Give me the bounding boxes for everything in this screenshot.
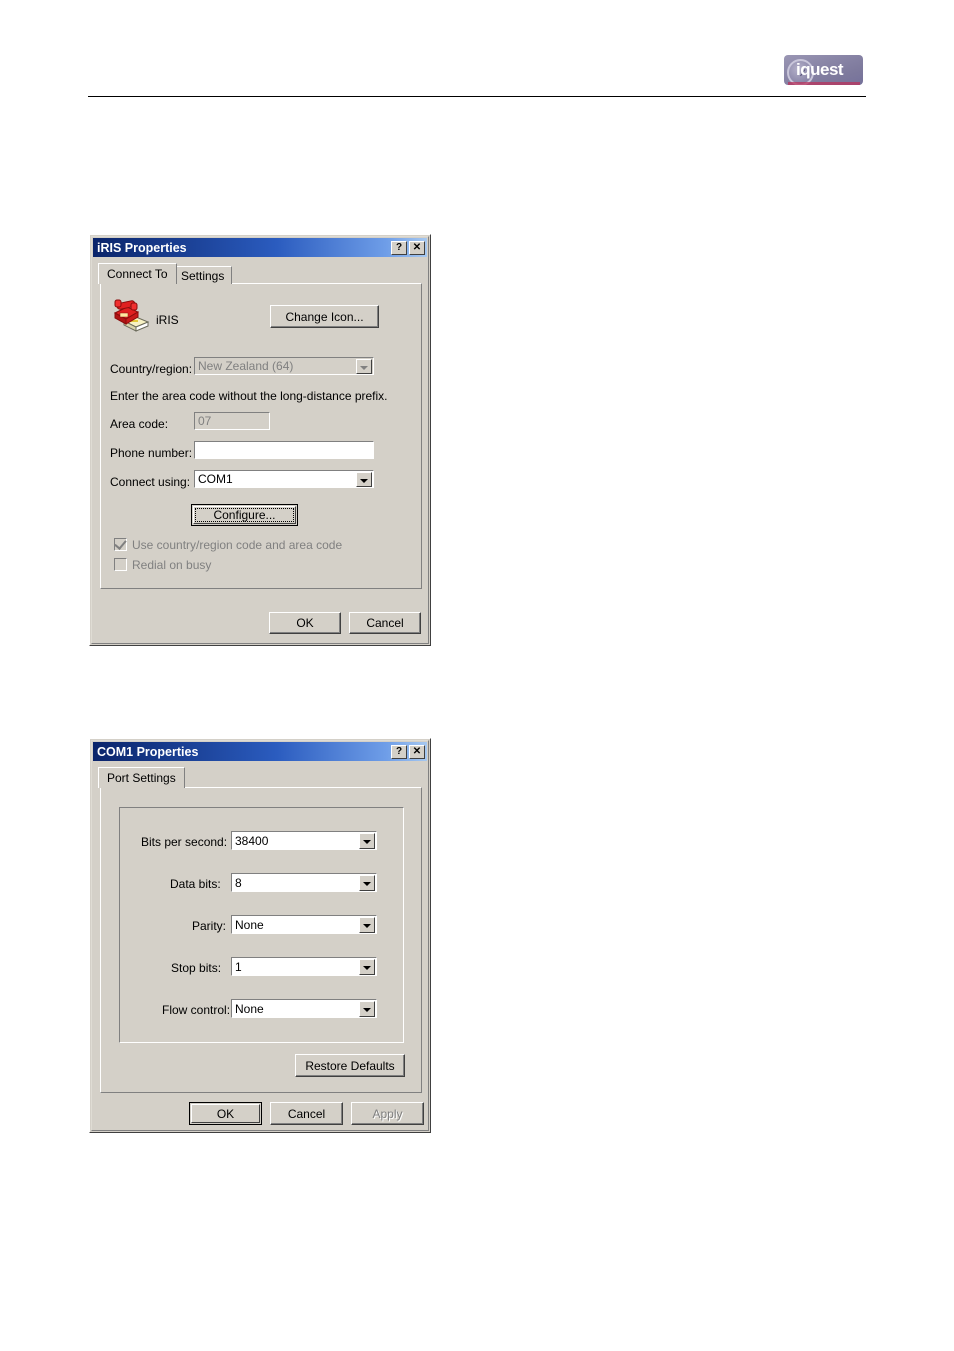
stop-bits-combo[interactable]: 1	[231, 957, 377, 976]
help-button[interactable]: ?	[391, 744, 407, 759]
check-icon	[114, 537, 127, 550]
flow-control-value: None	[235, 1002, 264, 1016]
page-header: iquest	[0, 0, 954, 100]
tab-settings[interactable]: Settings	[173, 266, 233, 284]
phone-modem-icon	[110, 297, 150, 338]
chevron-down-icon[interactable]	[359, 917, 375, 933]
titlebar-title: iRIS Properties	[97, 240, 187, 255]
ok-button-label: OK	[296, 616, 314, 630]
header-divider	[88, 96, 866, 97]
country-region-value: New Zealand (64)	[198, 359, 294, 373]
data-bits-label: Data bits:	[170, 877, 221, 891]
connection-name-label: iRIS	[156, 313, 179, 327]
chevron-down-icon[interactable]	[359, 1001, 375, 1017]
connect-using-combo[interactable]: COM1	[194, 470, 374, 488]
chevron-down-icon[interactable]	[359, 959, 375, 975]
cancel-button[interactable]: Cancel	[349, 612, 421, 634]
checkbox-redial-on-busy-label: Redial on busy	[132, 558, 212, 572]
iquest-logo: iquest	[784, 55, 863, 85]
apply-button: Apply	[351, 1102, 424, 1125]
logo-underline	[788, 82, 860, 85]
data-bits-combo[interactable]: 8	[231, 873, 377, 892]
tab-connect-to[interactable]: Connect To	[98, 263, 177, 284]
restore-defaults-button[interactable]: Restore Defaults	[295, 1054, 405, 1077]
ok-button[interactable]: OK	[189, 1102, 262, 1125]
phone-number-input[interactable]	[194, 441, 374, 459]
apply-button-label: Apply	[372, 1106, 403, 1121]
titlebar-buttons: ? ✕	[391, 240, 427, 255]
restore-defaults-button-label: Restore Defaults	[305, 1058, 395, 1073]
bits-per-second-combo[interactable]: 38400	[231, 831, 377, 850]
data-bits-value: 8	[235, 876, 242, 890]
phone-number-label: Phone number:	[110, 446, 193, 460]
ok-button[interactable]: OK	[269, 612, 341, 634]
change-icon-button-label: Change Icon...	[285, 309, 364, 324]
flow-control-combo[interactable]: None	[231, 999, 377, 1018]
titlebar[interactable]: COM1 Properties ? ✕	[93, 742, 427, 761]
com1-properties-dialog: COM1 Properties ? ✕ Port Settings Bits p…	[89, 738, 431, 1133]
tab-port-settings[interactable]: Port Settings	[98, 767, 185, 788]
logo-text: iquest	[796, 60, 844, 79]
titlebar-title: COM1 Properties	[97, 744, 199, 759]
close-button[interactable]: ✕	[409, 744, 425, 759]
checkbox-use-country-code-label: Use country/region code and area code	[132, 538, 343, 552]
parity-combo[interactable]: None	[231, 915, 377, 934]
chevron-down-icon[interactable]	[359, 875, 375, 891]
cancel-button-label: Cancel	[287, 1106, 326, 1121]
close-button[interactable]: ✕	[409, 240, 425, 255]
stop-bits-value: 1	[235, 960, 242, 974]
checkbox-use-country-code[interactable]	[114, 537, 127, 551]
bits-per-second-value: 38400	[235, 834, 269, 848]
chevron-down-icon[interactable]	[356, 472, 372, 487]
help-button[interactable]: ?	[391, 240, 407, 255]
bits-per-second-label: Bits per second:	[141, 835, 228, 849]
titlebar-buttons: ? ✕	[391, 744, 427, 759]
cancel-button-label: Cancel	[366, 616, 404, 630]
configure-button-label: Configure...	[213, 508, 276, 522]
configure-button[interactable]: Configure...	[191, 504, 298, 526]
ok-button-label: OK	[216, 1106, 235, 1121]
parity-value: None	[235, 918, 264, 932]
change-icon-button[interactable]: Change Icon...	[270, 305, 379, 328]
iris-properties-dialog: iRIS Properties ? ✕ Connect To Settings	[89, 234, 431, 646]
connect-using-value: COM1	[198, 472, 233, 486]
flow-control-label: Flow control:	[162, 1003, 231, 1017]
stop-bits-label: Stop bits:	[171, 961, 222, 975]
chevron-down-icon[interactable]	[359, 833, 375, 849]
parity-label: Parity:	[192, 919, 227, 933]
connect-using-label: Connect using:	[110, 475, 191, 489]
area-code-input[interactable]: 07	[194, 412, 270, 430]
checkbox-redial-on-busy[interactable]	[114, 558, 127, 571]
country-region-label: Country/region:	[110, 362, 193, 376]
area-code-label: Area code:	[110, 417, 169, 431]
area-code-hint: Enter the area code without the long-dis…	[110, 389, 388, 403]
cancel-button[interactable]: Cancel	[270, 1102, 343, 1125]
titlebar[interactable]: iRIS Properties ? ✕	[93, 238, 427, 257]
chevron-down-icon[interactable]	[356, 359, 372, 374]
country-region-combo[interactable]: New Zealand (64)	[194, 357, 374, 375]
